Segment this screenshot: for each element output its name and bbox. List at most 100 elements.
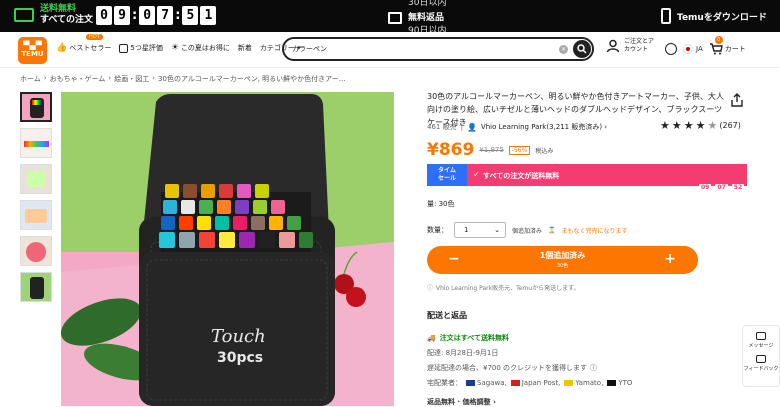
free-shipping-banner[interactable]: 送料無料 すべての注文 [14,4,93,26]
store-link[interactable]: Vhio Learning Park(3,211 販売済み) › [481,122,607,132]
rating[interactable]: ★ ★ ★ ★ ★ (267) [660,120,741,131]
cart-count-badge: 0 [714,36,723,44]
nav-label: 5つ星評価 [130,44,163,52]
help-icon[interactable]: ⓘ [590,363,597,373]
price-block: ¥869 ¥1,975 -56% 税込み [427,140,553,160]
hot-badge: HOT [86,34,103,40]
share-icon[interactable] [731,93,743,107]
search-input[interactable]: カラーペン [292,44,327,54]
thumbnail-2[interactable] [20,128,52,158]
support-icon[interactable] [665,43,677,55]
increase-quantity-button[interactable]: + [664,251,676,267]
clear-search-icon[interactable]: × [559,45,568,54]
truck-icon [14,8,34,22]
carrier-yamato: Yamato, [575,379,604,387]
free-returns-banner[interactable]: 30日以内 無料返品 90日以内 [388,0,478,32]
thumbnail-list [20,92,52,308]
thumbs-up-icon: 👍 [56,43,68,53]
delivery-date: 配達: 8月28日-9月1日 [427,349,499,357]
download-app-label: Temuをダウンロード [677,12,767,23]
breadcrumb: ホーム › おもちゃ・ゲーム › 絵画・図工 › 30色のアルコールマーカーペン… [20,74,345,84]
phone-icon [661,8,671,24]
returns-line1: 30日以内 [408,0,447,8]
store-icon: 👤 [466,122,477,132]
main-nav: 👍 ベストセラー HOT 5つ星評価 ☀ この夏はお得に 新着 カテゴリー ▾ [56,34,301,53]
logo-text: TEMU [21,50,44,58]
case-brand-text: Touch [211,326,266,347]
quantity-select[interactable]: 1 ⌄ [454,222,506,238]
message-button[interactable]: メッセージ [743,332,779,349]
cart-label: カート [724,45,746,53]
thumbnail-3[interactable] [20,164,52,194]
carrier-yto: YTO [618,379,633,387]
nav-five-star[interactable]: 5つ星評価 [119,43,163,53]
star-box-icon [119,43,129,53]
crumb-home[interactable]: ホーム [20,74,41,84]
cart-button[interactable]: 0 カート [709,36,746,55]
thumbnail-5[interactable] [20,236,52,266]
sale-timer-hours: 09 [699,183,712,191]
timer-digit: 9 [114,6,130,25]
thumbnail-1[interactable] [20,92,52,122]
added-note: 個追加済み [512,227,543,235]
promo-bar: 送料無料 すべての注文 0 9 : 0 7 : 5 1 30日以内 無料返品 9… [0,0,780,32]
seller-note: Vhio Learning Park販売元、Temuから発送します。 [436,285,580,292]
seller-note-row: ⓘ Vhio Learning Park販売元、Temuから発送します。 [427,283,579,292]
japan-flag-icon [683,44,693,54]
quantity-label: 数量： [427,226,448,234]
free-shipping-line1: 送料無料 [40,4,77,14]
nav-summer-deals[interactable]: ☀ この夏はお得に [171,43,230,53]
check-icon: ✓ [473,170,480,179]
sale-countdown: 09: 07: 52 残り時間 [699,171,756,205]
sale-timer-seconds: 52 [731,183,745,191]
user-icon [606,39,620,53]
nav-bestseller[interactable]: 👍 ベストセラー HOT [56,34,111,53]
search-icon [577,44,587,54]
free-shipping-text: 注文はすべて送料無料 [439,334,509,342]
account-menu[interactable]: ご注文とア カウント [606,38,654,54]
download-app-link[interactable]: Temuをダウンロード [661,8,767,24]
thumbnail-4[interactable] [20,200,52,230]
product-main-image[interactable]: Touch 30pcs [61,92,394,406]
review-count: (267) [719,121,741,130]
account-line2: カウント [624,46,649,53]
thumbnail-6[interactable] [20,272,52,302]
carriers-row: 宅配業者： Sagawa, Japan Post, Yamato, YTO [427,378,632,388]
header-icons: JA 0 カート [665,36,746,55]
carrier-japan-post: Japan Post, [521,379,561,387]
carriers-label: 宅配業者： [427,379,462,387]
chat-icon [756,332,766,340]
sale-timer-label: 残り時間 [749,171,756,205]
search-button[interactable] [573,40,591,58]
crumb-art[interactable]: 絵画・図工 [114,74,149,84]
star-icon: ★ [695,119,706,132]
crumb-current: 30色のアルコールマーカーペン, 明るい鮮やか色付きアー... [158,75,346,83]
star-icon: ★ [671,119,682,132]
crumb-separator: › [152,74,156,82]
countdown-timer: 0 9 : 0 7 : 5 1 [96,6,217,25]
carrier-sagawa: Sagawa, [477,379,507,387]
message-label: メッセージ [748,343,774,349]
temu-logo[interactable]: ▀▄▀ TEMU [18,37,47,64]
crumb-toys[interactable]: おもちゃ・ゲーム [50,74,106,84]
variant-label: 量: 30色 [427,200,455,208]
quantity-value: 1 [464,226,469,234]
add-to-cart-button[interactable]: − 1個追加済み 30色 + [427,246,698,274]
late-credit-text: 遅延配達の場合、¥700 のクレジットを獲得します [427,364,588,372]
low-stock-warning: まもなく完売になります [561,227,628,235]
sale-timer-minutes: 07 [715,183,728,191]
late-credit-row: 遅延配達の場合、¥700 のクレジットを獲得します ⓘ [427,363,597,373]
discount-badge: -56% [508,145,531,155]
timer-digit: 0 [96,6,112,25]
return-box-icon [388,12,402,24]
nav-new-arrivals[interactable]: 新着 [238,43,252,53]
hourglass-icon: ⌛ [548,226,556,234]
feedback-button[interactable]: フィードバック [743,355,779,372]
add-to-cart-label: 1個追加済み [539,251,586,260]
timer-digit: 5 [182,6,199,25]
language-selector[interactable]: JA [683,44,703,54]
shipping-returns-heading: 配送と返品 [427,311,467,320]
quantity-row: 数量： 1 ⌄ 個追加済み ⌛ まもなく完売になります [427,222,628,238]
free-shipping-row: 🚚 注文はすべて送料無料 [427,333,509,343]
time-sale-bar: ✓ すべての注文が送料無料 09: 07: 52 残り時間 [467,164,755,205]
